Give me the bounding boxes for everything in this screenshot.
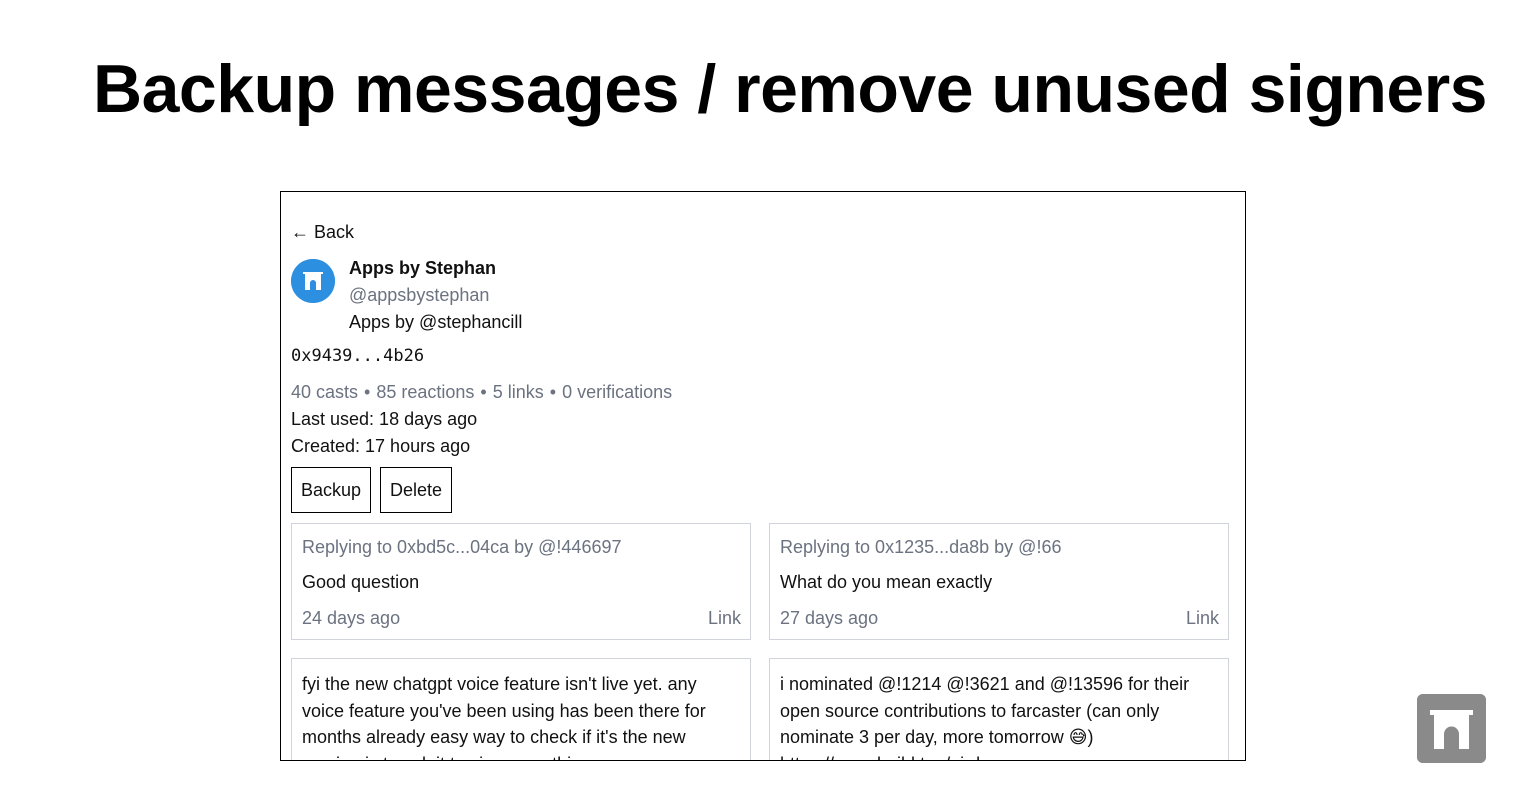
backup-button[interactable]: Backup bbox=[291, 467, 371, 513]
message-card: Replying to 0x1235...da8b by @!66 What d… bbox=[769, 523, 1229, 640]
profile-handle: @appsbystephan bbox=[349, 285, 490, 305]
profile-name: Apps by Stephan bbox=[349, 258, 497, 278]
reactions-count: 85 reactions bbox=[376, 382, 475, 402]
reply-context: Replying to 0x1235...da8b by @!66 bbox=[780, 537, 1062, 557]
signer-address: 0x9439...4b26 bbox=[291, 346, 425, 366]
message-time: 24 days ago bbox=[302, 608, 401, 628]
reply-context: Replying to 0xbd5c...04ca by @!446697 bbox=[302, 537, 622, 557]
signer-stats: 40 casts • 85 reactions • 5 links • 0 verifica… bbox=[291, 382, 672, 403]
message-time: 27 days ago bbox=[780, 608, 879, 628]
last-used: Last used: 18 days ago bbox=[291, 409, 478, 429]
created: Created: 17 hours ago bbox=[291, 436, 471, 456]
farcaster-arch-icon bbox=[291, 259, 335, 303]
back-link[interactable]: ← Back bbox=[291, 222, 354, 243]
slide-title: Backup messages / remove unused signers bbox=[93, 51, 1488, 127]
message-text: Good question bbox=[302, 572, 420, 592]
message-card: i nominated @!1214 @!3621 and @!13596 fo… bbox=[769, 658, 1229, 760]
delete-button[interactable]: Delete bbox=[380, 467, 452, 513]
stats-separator: • bbox=[480, 382, 487, 402]
arch-icon bbox=[1417, 694, 1486, 763]
message-link[interactable]: Link bbox=[708, 608, 741, 629]
message-card: Replying to 0xbd5c...04ca by @!446697 Go… bbox=[291, 523, 751, 640]
message-text: What do you mean exactly bbox=[780, 572, 993, 592]
arch-logo-badge bbox=[1417, 694, 1486, 763]
casts-count: 40 casts bbox=[291, 382, 359, 402]
avatar bbox=[291, 259, 335, 303]
stats-separator: • bbox=[364, 382, 371, 402]
stats-separator: • bbox=[549, 382, 557, 402]
message-text: i nominated @!1214 @!3621 and @!13596 fo… bbox=[780, 674, 1190, 760]
profile-bio: Apps by @stephancill bbox=[349, 312, 523, 332]
message-text: fyi the new chatgpt voice feature isn't … bbox=[302, 674, 706, 760]
message-card: fyi the new chatgpt voice feature isn't … bbox=[291, 658, 751, 760]
verifications-count: 0 verifications bbox=[562, 382, 673, 402]
message-link[interactable]: Link bbox=[1186, 608, 1219, 629]
links-count: 5 links bbox=[492, 382, 544, 402]
app-screenshot-frame: ← Back Apps by Stephan @appsbystephan Ap… bbox=[280, 191, 1246, 761]
